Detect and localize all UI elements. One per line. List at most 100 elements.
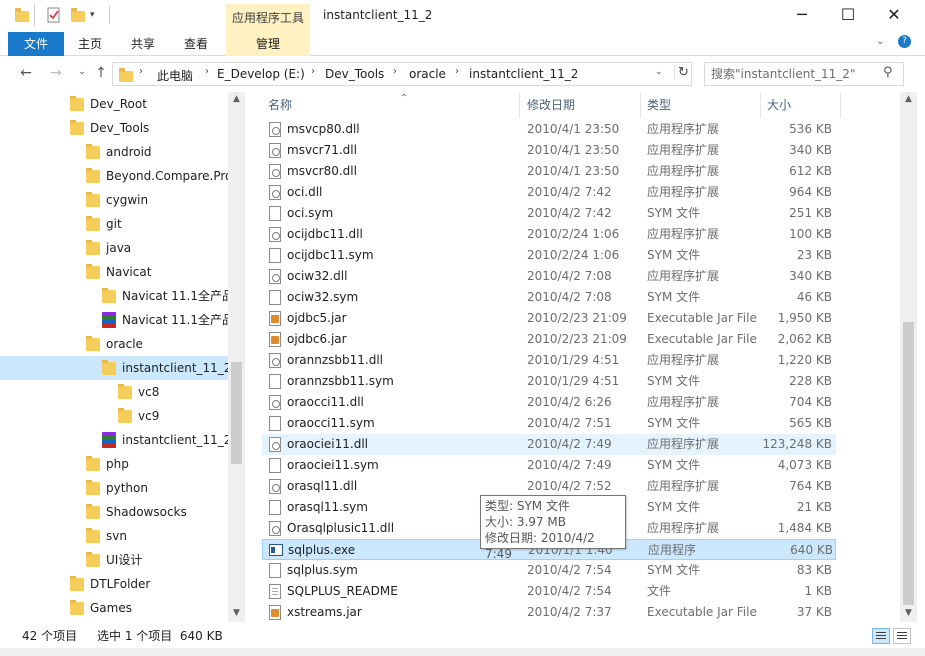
tree-item[interactable]: cygwin	[0, 188, 228, 212]
tree-item[interactable]: Navicat 11.1全产品注册机	[0, 284, 228, 308]
file-row[interactable]: SQLPLUS_README 2010/4/2 7:54 文件 1 KB	[262, 581, 836, 602]
tree-item[interactable]: UI设计	[0, 548, 228, 572]
tab-share[interactable]: 共享	[118, 32, 168, 56]
properties-icon[interactable]	[46, 7, 62, 23]
file-row[interactable]: msvcr80.dll 2010/4/1 23:50 应用程序扩展 612 KB	[262, 161, 836, 182]
file-row[interactable]: sqlplus.sym 2010/4/2 7:54 SYM 文件 83 KB	[262, 560, 836, 581]
column-type[interactable]: 类型	[641, 92, 761, 118]
tree-item[interactable]: instantclient_11_2	[0, 356, 228, 380]
expand-ribbon-icon[interactable]: ⌄	[876, 36, 884, 47]
navigation-pane[interactable]: Dev_Root Dev_Tools android Beyond.Compare.P…	[0, 92, 245, 622]
scroll-up-icon[interactable]: ▲	[228, 94, 245, 104]
file-scrollbar[interactable]: ▲ ▼	[900, 92, 917, 622]
file-type: 应用程序	[648, 543, 697, 557]
search-icon[interactable]: ⚲	[883, 65, 893, 80]
file-row[interactable]: oci.sym 2010/4/2 7:42 SYM 文件 251 KB	[262, 203, 836, 224]
tree-item[interactable]: Navicat	[0, 260, 228, 284]
file-row[interactable]: oci.dll 2010/4/2 7:42 应用程序扩展 964 KB	[262, 182, 836, 203]
tree-item[interactable]: instantclient_11_2.zip	[0, 428, 228, 452]
column-size[interactable]: 大小	[761, 92, 841, 118]
tree-item[interactable]: android	[0, 140, 228, 164]
tree-item[interactable]: Shadowsocks	[0, 500, 228, 524]
address-dropdown-icon[interactable]: ⌄	[655, 67, 663, 77]
file-row[interactable]: orasql11.dll 2010/4/2 7:52 应用程序扩展 764 KB	[262, 476, 836, 497]
tab-manage[interactable]: 管理	[226, 32, 310, 56]
tree-item[interactable]: git	[0, 212, 228, 236]
address-bar[interactable]: › 此电脑 › E_Develop (E:) › Dev_Tools › ora…	[112, 62, 692, 86]
file-row[interactable]: ojdbc5.jar 2010/2/23 21:09 Executable Jar …	[262, 308, 836, 329]
file-name: orannzsbb11.sym	[287, 374, 394, 388]
tree-item[interactable]: vc8	[0, 380, 228, 404]
file-size: 100 KB	[789, 227, 832, 241]
chevron-right-icon[interactable]: ›	[205, 66, 209, 77]
file-row[interactable]: oraociei11.dll 2010/4/2 7:49 应用程序扩展 123,248…	[262, 434, 836, 455]
file-row[interactable]: orannzsbb11.dll 2010/1/29 4:51 应用程序扩展 1,220…	[262, 350, 836, 371]
breadcrumb-dev-tools[interactable]: Dev_Tools	[325, 67, 384, 81]
nav-scrollbar[interactable]: ▲ ▼	[228, 92, 245, 622]
scroll-up-icon[interactable]: ▲	[900, 94, 917, 104]
tree-item[interactable]: Navicat 11.1全产品注册机	[0, 308, 228, 332]
chevron-right-icon[interactable]: ›	[393, 66, 397, 77]
sym-file-icon	[269, 500, 281, 515]
back-arrow-icon[interactable]: ←	[16, 65, 36, 83]
navigation-bar: ← → ⌄ ↑ › 此电脑 › E_Develop (E:) › Dev_Too…	[0, 57, 925, 91]
file-row[interactable]: oraociei11.sym 2010/4/2 7:49 SYM 文件 4,073 K…	[262, 455, 836, 476]
tree-item[interactable]: Games	[0, 596, 228, 620]
file-size: 764 KB	[789, 479, 832, 493]
chevron-right-icon[interactable]: ›	[455, 66, 459, 77]
breadcrumb-this-pc[interactable]: 此电脑	[157, 67, 193, 84]
tree-item[interactable]: oracle	[0, 332, 228, 356]
maximize-button[interactable]: ☐	[825, 0, 871, 32]
column-name[interactable]: 名称 ⌃	[262, 92, 520, 118]
file-row[interactable]: oraocci11.sym 2010/4/2 7:51 SYM 文件 565 KB	[262, 413, 836, 434]
tree-item[interactable]: python	[0, 476, 228, 500]
breadcrumb-instantclient[interactable]: instantclient_11_2	[469, 67, 578, 81]
help-icon[interactable]: ?	[898, 35, 911, 48]
file-row[interactable]: ocijdbc11.dll 2010/2/24 1:06 应用程序扩展 100 KB	[262, 224, 836, 245]
file-row[interactable]: orannzsbb11.sym 2010/1/29 4:51 SYM 文件 228 K…	[262, 371, 836, 392]
file-row[interactable]: xstreams.jar 2010/4/2 7:37 Executable Jar …	[262, 602, 836, 623]
up-arrow-icon[interactable]: ↑	[91, 65, 111, 83]
file-row[interactable]: ojdbc6.jar 2010/2/23 21:09 Executable Jar …	[262, 329, 836, 350]
minimize-button[interactable]: ─	[779, 0, 825, 32]
folder-icon	[118, 408, 132, 423]
column-date[interactable]: 修改日期	[521, 92, 641, 118]
folder-icon	[102, 360, 116, 375]
file-row[interactable]: ociw32.dll 2010/4/2 7:08 应用程序扩展 340 KB	[262, 266, 836, 287]
close-button[interactable]: ✕	[871, 0, 917, 32]
tab-home[interactable]: 主页	[66, 32, 114, 56]
breadcrumb-oracle[interactable]: oracle	[409, 67, 446, 81]
file-row[interactable]: oraocci11.dll 2010/4/2 6:26 应用程序扩展 704 KB	[262, 392, 836, 413]
breadcrumb-drive[interactable]: E_Develop (E:)	[217, 67, 305, 81]
tab-file[interactable]: 文件	[8, 32, 64, 56]
tree-item[interactable]: DTLFolder	[0, 572, 228, 596]
scroll-down-icon[interactable]: ▼	[900, 608, 917, 618]
chevron-right-icon[interactable]: ›	[311, 66, 315, 77]
large-icons-view-icon[interactable]	[893, 628, 911, 644]
scroll-down-icon[interactable]: ▼	[228, 608, 245, 618]
tree-item[interactable]: Dev_Root	[0, 92, 228, 116]
file-scrollbar-thumb[interactable]	[903, 322, 914, 605]
tree-item[interactable]: php	[0, 452, 228, 476]
tab-view[interactable]: 查看	[170, 32, 222, 56]
file-row[interactable]: ociw32.sym 2010/4/2 7:08 SYM 文件 46 KB	[262, 287, 836, 308]
tree-item[interactable]: Dev_Tools	[0, 116, 228, 140]
file-row[interactable]: msvcp80.dll 2010/4/1 23:50 应用程序扩展 536 KB	[262, 119, 836, 140]
nav-scrollbar-thumb[interactable]	[231, 362, 242, 464]
file-row[interactable]: msvcr71.dll 2010/4/1 23:50 应用程序扩展 340 KB	[262, 140, 836, 161]
contextual-tab-header: 应用程序工具	[226, 4, 310, 32]
refresh-icon[interactable]: ↻	[674, 65, 689, 80]
tree-item[interactable]: vc9	[0, 404, 228, 428]
details-view-icon[interactable]	[872, 628, 890, 644]
file-row[interactable]: ocijdbc11.sym 2010/2/24 1:06 SYM 文件 23 KB	[262, 245, 836, 266]
search-input[interactable]	[711, 63, 881, 85]
tree-item[interactable]: svn	[0, 524, 228, 548]
forward-arrow-icon[interactable]: →	[46, 65, 66, 83]
new-folder-icon[interactable]	[70, 7, 86, 23]
chevron-right-icon[interactable]: ›	[139, 66, 143, 77]
chevron-down-icon[interactable]: ▾	[90, 7, 106, 23]
tree-item[interactable]: Beyond.Compare.Pro.v4.	[0, 164, 228, 188]
tree-item[interactable]: java	[0, 236, 228, 260]
recent-locations-icon[interactable]: ⌄	[72, 67, 92, 85]
search-box[interactable]: ⚲	[704, 62, 904, 86]
